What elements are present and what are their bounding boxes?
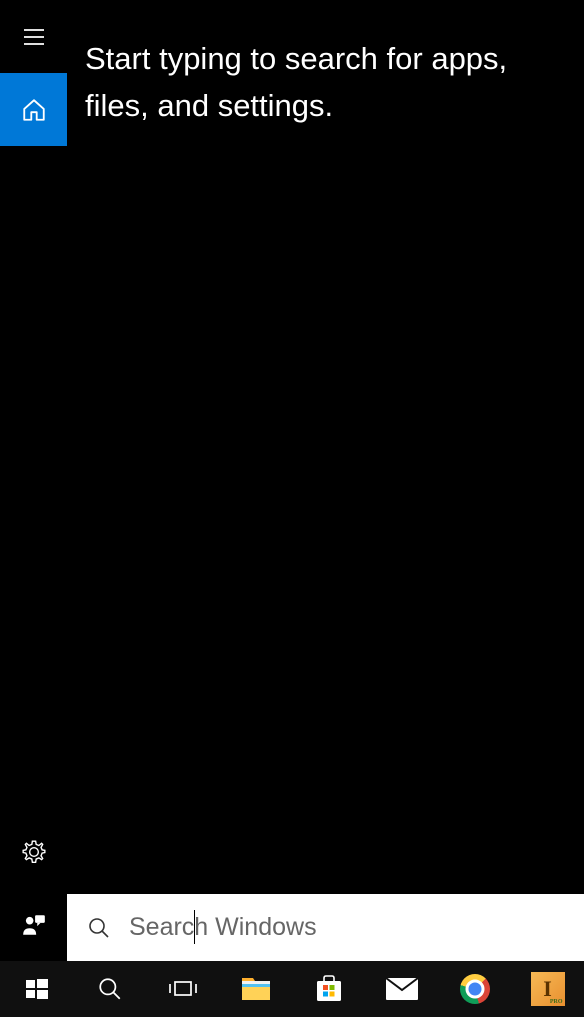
taskbar-search-button[interactable] [73,961,146,1017]
task-view-icon [168,977,198,1001]
home-filter-button[interactable] [0,73,67,146]
windows-logo-icon [25,977,49,1001]
hamburger-icon [22,25,46,49]
taskbar: I PRO [0,961,584,1017]
file-explorer-button[interactable] [219,961,292,1017]
store-icon [314,974,344,1004]
mail-icon [385,977,419,1001]
start-button[interactable] [0,961,73,1017]
search-results-pane: Start typing to search for apps, files, … [67,0,584,894]
chrome-button[interactable] [438,961,511,1017]
mail-button[interactable] [365,961,438,1017]
feedback-person-icon [21,912,47,938]
file-explorer-icon [240,975,272,1003]
search-sidebar [0,0,67,961]
microsoft-store-button[interactable] [292,961,365,1017]
search-icon [97,976,123,1002]
gear-icon [21,839,47,865]
inventor-icon: I PRO [531,972,565,1006]
inventor-button[interactable]: I PRO [511,961,584,1017]
text-cursor [194,910,195,944]
task-view-button[interactable] [146,961,219,1017]
home-icon [21,97,47,123]
search-prompt-text: Start typing to search for apps, files, … [85,36,566,129]
settings-button[interactable] [0,815,67,888]
hamburger-menu-button[interactable] [0,0,67,73]
search-icon [87,916,111,940]
chrome-icon [460,974,490,1004]
feedback-button[interactable] [0,888,67,961]
search-bar[interactable] [67,894,584,961]
